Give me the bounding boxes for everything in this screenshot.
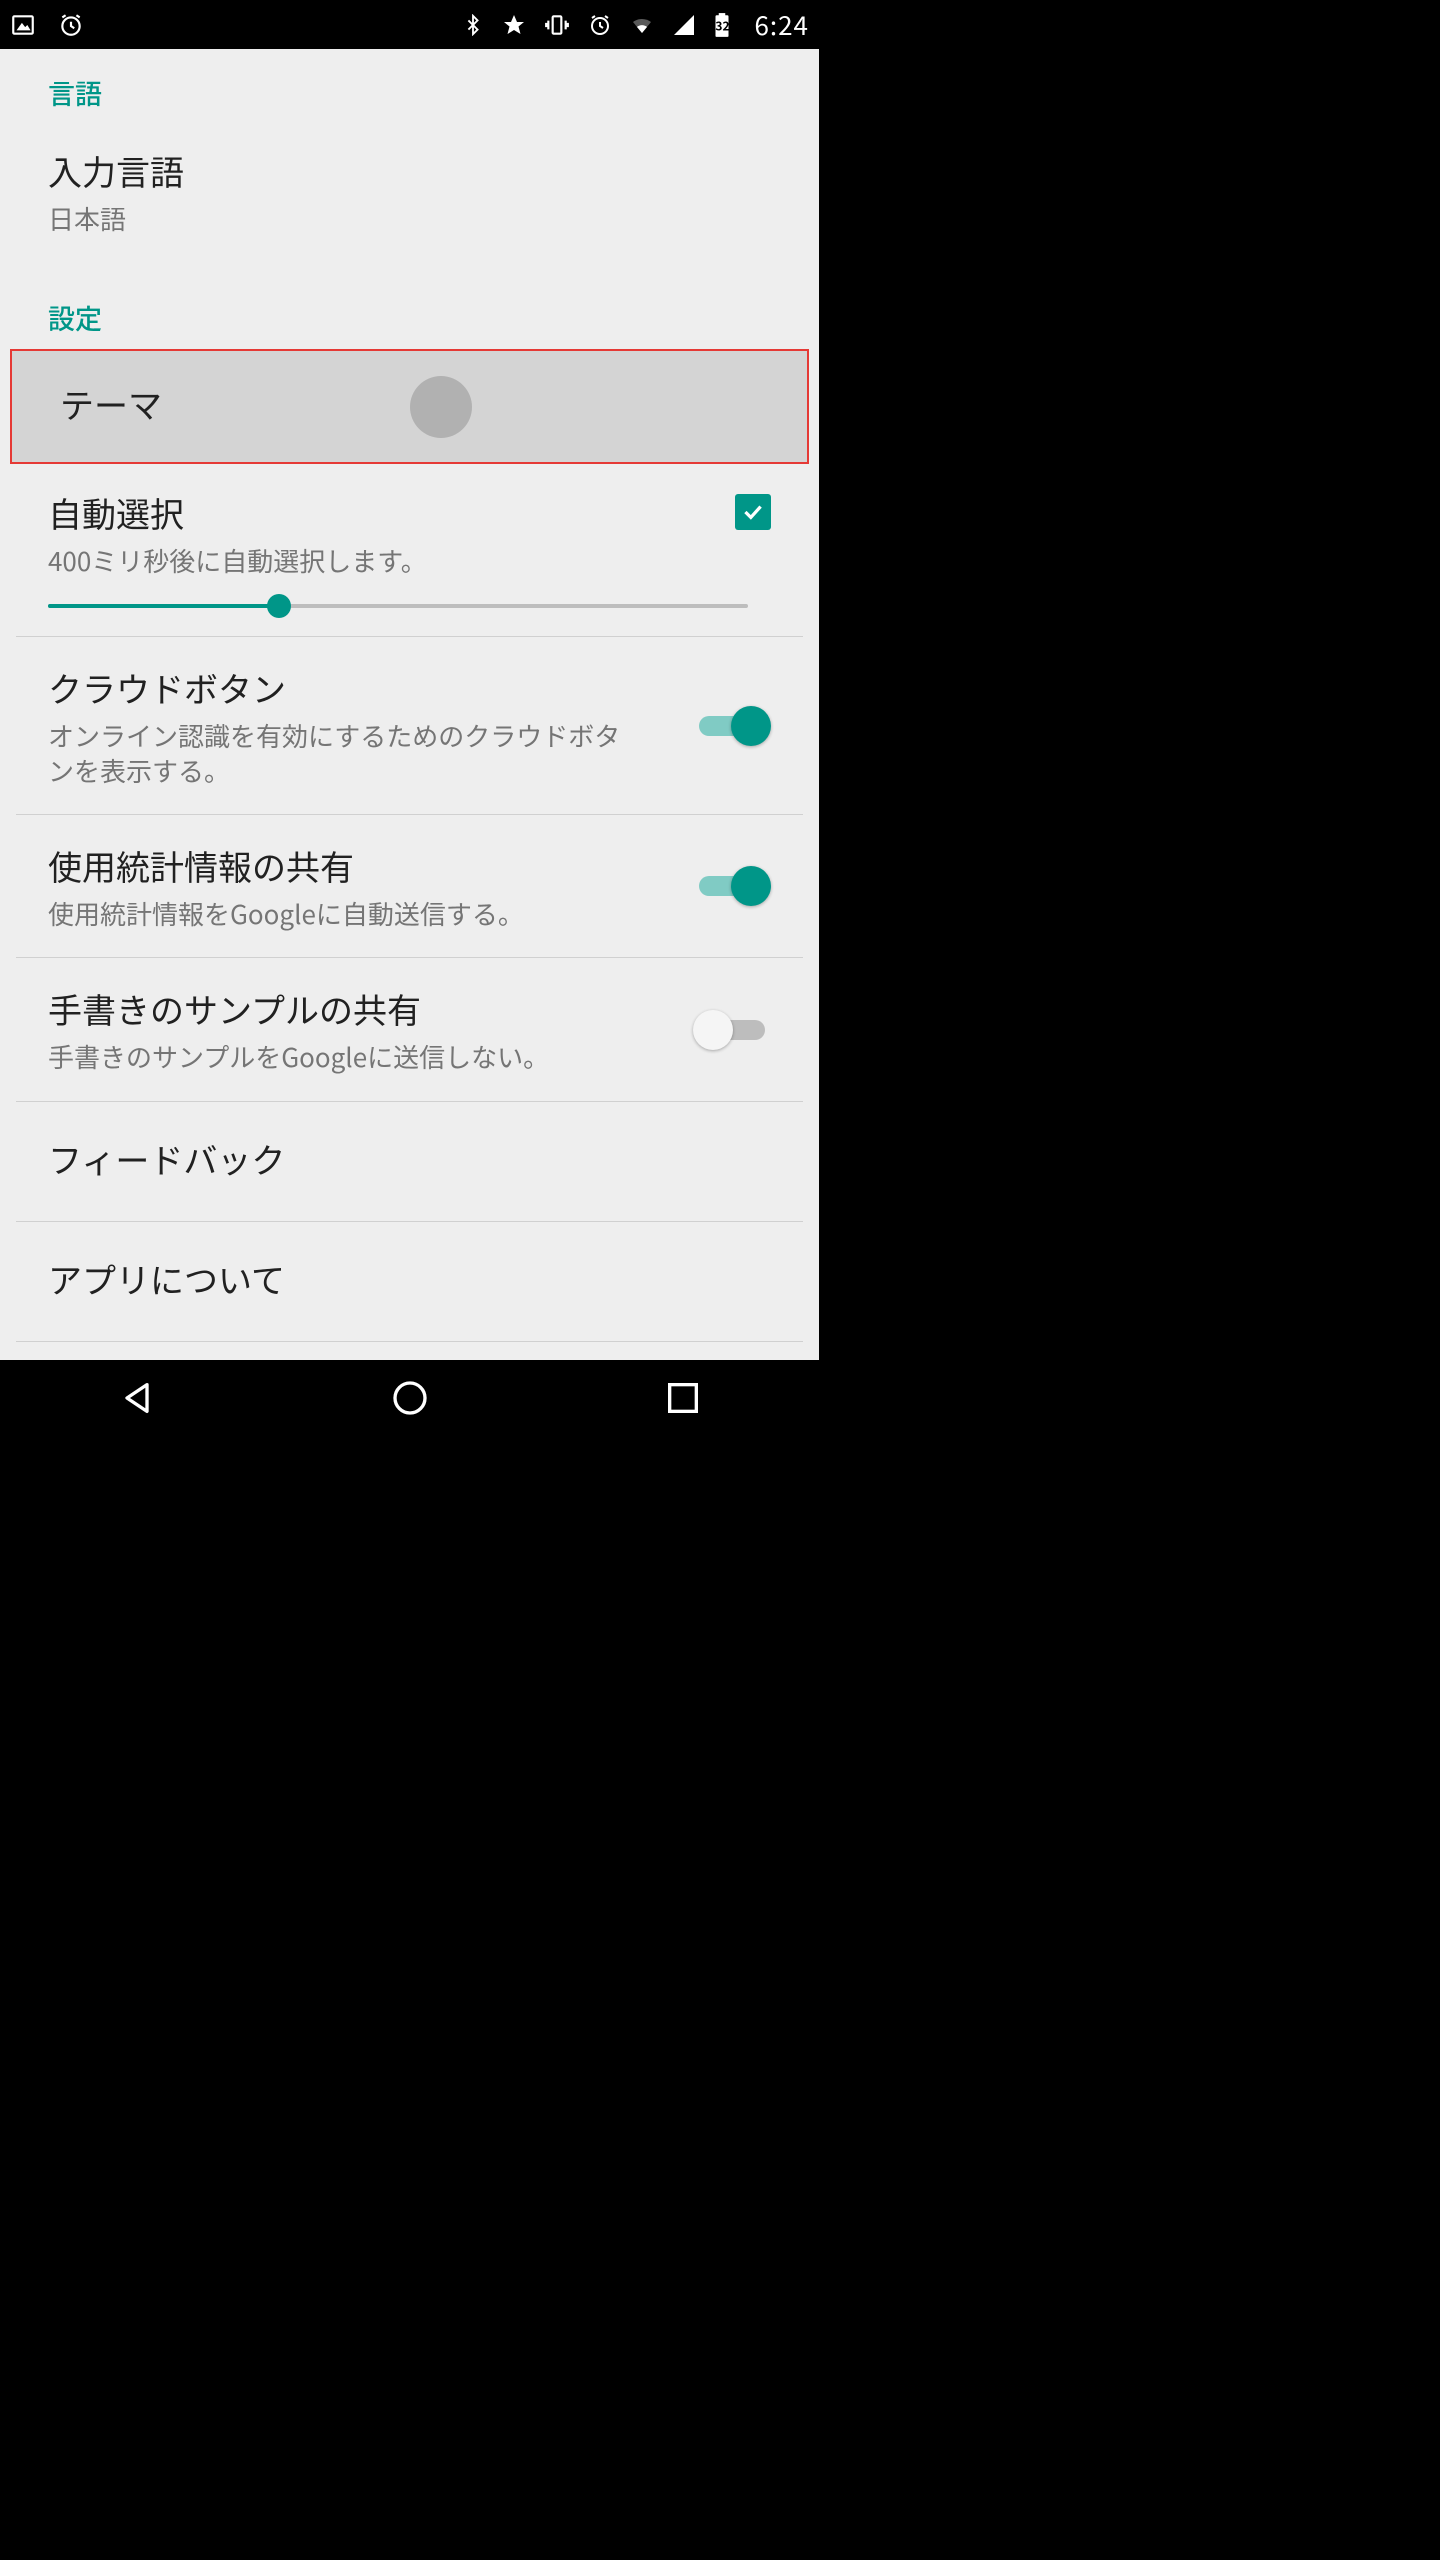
check-icon [740,499,766,525]
status-bar: 32 6:24 [0,0,819,49]
handwriting-share-switch[interactable] [693,1010,771,1050]
usage-stats-subtitle: 使用統計情報をGoogleに自動送信する。 [48,896,638,931]
usage-stats-title: 使用統計情報の共有 [48,841,673,890]
alarm-status-icon [588,13,612,37]
wifi-icon [630,13,654,37]
auto-select-row[interactable]: 自動選択 400ミリ秒後に自動選択します。 [0,464,819,586]
recents-icon [663,1378,703,1418]
input-language-row[interactable]: 入力言語 日本語 [0,124,819,258]
cloud-button-switch[interactable] [693,706,771,746]
home-icon [390,1378,430,1418]
handwriting-share-subtitle: 手書きのサンプルをGoogleに送信しない。 [48,1039,638,1074]
cell-signal-icon [672,13,696,37]
cloud-button-row[interactable]: クラウドボタン オンライン認識を有効にするためのクラウドボタンを表示する。 [0,637,819,814]
about-app-row[interactable]: アプリについて [0,1222,819,1341]
status-right: 32 6:24 [462,6,809,43]
auto-select-subtitle: 400ミリ秒後に自動選択します。 [48,543,735,578]
bluetooth-icon [462,14,484,36]
section-header-settings: 設定 [0,258,819,349]
home-button[interactable] [390,1378,430,1423]
settings-content: 言語 入力言語 日本語 設定 テーマ 自動選択 400ミリ秒後に自動選択します。 [0,49,819,1360]
switch-thumb [693,1010,733,1050]
section-header-language: 言語 [0,49,819,124]
vibrate-icon [544,12,570,38]
divider [16,1341,803,1342]
cloud-button-title: クラウドボタン [48,663,673,712]
usage-stats-row[interactable]: 使用統計情報の共有 使用統計情報をGoogleに自動送信する。 [0,815,819,957]
auto-select-slider[interactable] [48,604,748,608]
theme-row[interactable]: テーマ [10,349,809,464]
star-icon [502,13,526,37]
navigation-bar [0,1360,819,1440]
feedback-title: フィードバック [48,1134,771,1183]
auto-select-checkbox[interactable] [735,494,771,530]
battery-icon: 32 [714,12,730,38]
auto-select-slider-wrap [0,586,819,636]
switch-thumb [731,706,771,746]
input-language-title: 入力言語 [48,146,771,195]
device-screen: 32 6:24 言語 入力言語 日本語 設定 テーマ 自動選択 400ミリ秒後に… [0,0,819,1440]
slider-thumb[interactable] [267,594,291,618]
about-app-title: アプリについて [48,1254,771,1303]
cloud-button-subtitle: オンライン認識を有効にするためのクラウドボタンを表示する。 [48,718,638,788]
feedback-row[interactable]: フィードバック [0,1102,819,1221]
touch-ripple-icon [410,376,472,438]
alarm-icon [58,12,84,38]
image-icon [10,12,36,38]
auto-select-title: 自動選択 [48,488,735,537]
handwriting-share-title: 手書きのサンプルの共有 [48,984,673,1033]
battery-level-label: 32 [715,17,729,34]
status-left [10,12,84,38]
slider-fill [48,604,279,608]
back-button[interactable] [117,1378,157,1423]
recents-button[interactable] [663,1378,703,1423]
input-language-value: 日本語 [48,201,771,236]
status-clock: 6:24 [754,6,809,43]
usage-stats-switch[interactable] [693,866,771,906]
back-icon [117,1378,157,1418]
switch-thumb [731,866,771,906]
handwriting-share-row[interactable]: 手書きのサンプルの共有 手書きのサンプルをGoogleに送信しない。 [0,958,819,1100]
